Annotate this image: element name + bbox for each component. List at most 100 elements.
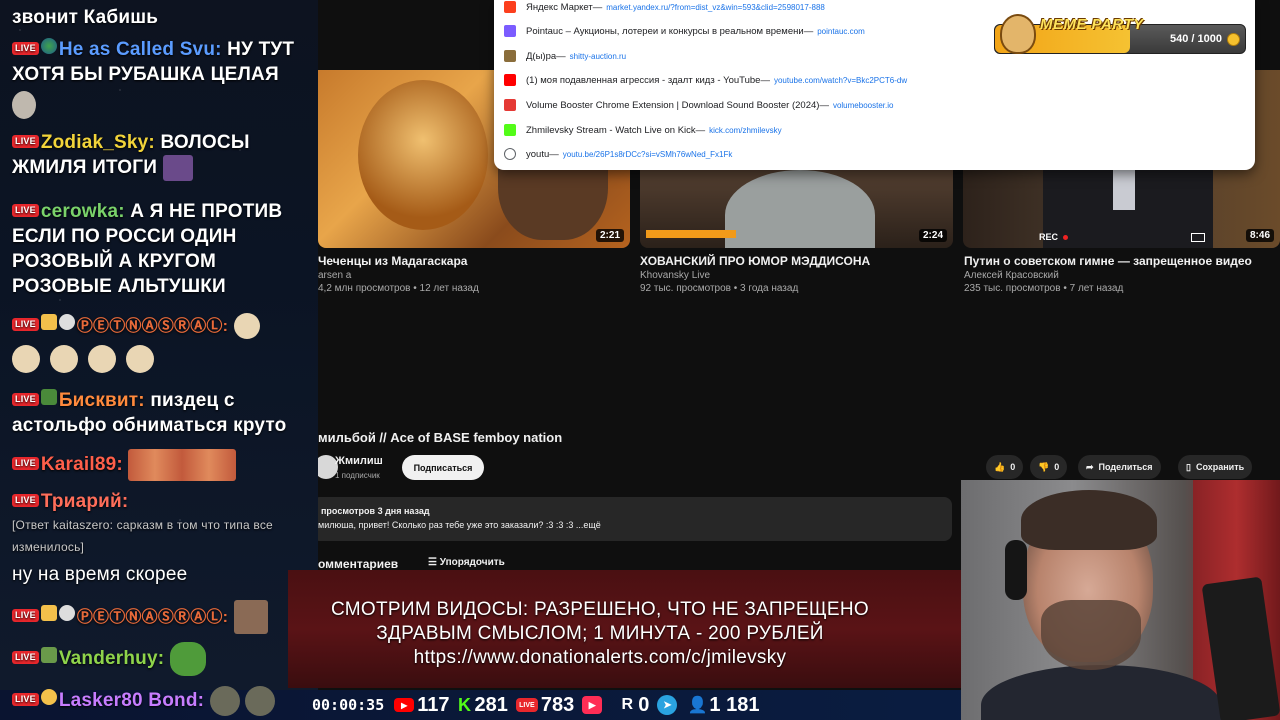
like-button[interactable]: 👍 0 xyxy=(986,455,1024,479)
save-label: Сохранить xyxy=(1195,462,1245,472)
streamer-shirt xyxy=(981,665,1221,720)
chat-nick[interactable]: He as Called Svu: xyxy=(59,39,222,60)
cup-badge-icon xyxy=(40,605,57,622)
youtube-viewers: ▶ 117 xyxy=(394,694,450,717)
pointauc-icon xyxy=(504,25,516,37)
youtube-icon xyxy=(504,74,516,86)
total-viewers: 👤 1 181 xyxy=(687,693,760,716)
video-title: мильбой // Ace of BASE femboy nation xyxy=(318,430,563,445)
sort-comments-button[interactable]: ☰ Упорядочить xyxy=(428,557,505,568)
video-meta-3: 235 тыс. просмотров • 7 лет назад xyxy=(964,283,1124,294)
live-badge-icon: LIVE xyxy=(12,651,39,665)
streamer-hair xyxy=(1021,490,1157,550)
suggestion-item[interactable]: Zhmilevsky Stream - Watch Live on Kick —… xyxy=(504,120,1244,140)
reply-text: [Ответ kaitaszero: сарказм в том что тип… xyxy=(12,518,273,554)
video-meta-1: 4,2 млн просмотров • 12 лет назад xyxy=(318,283,479,294)
balloon-badge-icon xyxy=(40,689,57,706)
subscribe-button[interactable]: Подписаться xyxy=(402,455,484,480)
chat-nick[interactable]: Zodiak_Sky: xyxy=(41,132,155,153)
video-channel-1[interactable]: arsen a xyxy=(318,270,351,281)
emote-image xyxy=(128,449,237,481)
banner-line-2: ЗДРАВЫМ СМЫСЛОМ; 1 МИНУТА - 200 РУБЛЕЙ xyxy=(376,623,824,644)
chat-message: LIVE Триарий: [Ответ kaitaszero: сарказм … xyxy=(12,489,312,558)
banner-line-1: СМОТРИМ ВИДОСЫ: РАЗРЕШЕНО, ЧТО НЕ ЗАПРЕЩ… xyxy=(330,599,870,620)
live-icon: LIVE xyxy=(515,698,538,712)
chat-message: LIVE Бисквит: пиздец с астольфо обниматьс… xyxy=(12,389,287,436)
sort-label: Упорядочить xyxy=(439,557,505,568)
video-title-1[interactable]: Чеченцы из Мадагаскара xyxy=(318,254,467,268)
save-button[interactable]: ▯ Сохранить xyxy=(1178,455,1253,479)
duration-badge: 8:46 xyxy=(1245,229,1274,242)
bookmark-icon: ▯ xyxy=(1186,461,1191,472)
kick-viewers: K 281 xyxy=(458,693,508,716)
live-badge-icon: LIVE xyxy=(12,204,39,217)
volume-booster-icon xyxy=(504,99,516,111)
stream-timer: 00:00:35 xyxy=(312,696,385,714)
emote-image xyxy=(162,155,193,181)
suggestion-item[interactable]: (1) моя подавленная агрессия - здалт кид… xyxy=(504,70,1244,90)
cat-emote-icon xyxy=(50,345,78,374)
person-shirt xyxy=(725,170,875,248)
live-badge-icon: LIVE xyxy=(12,693,39,707)
banner-line-3[interactable]: https://www.donationalerts.com/c/jmilevs… xyxy=(300,646,900,670)
chat-nick[interactable]: Vanderhuy: xyxy=(59,648,164,669)
duration-badge: 2:24 xyxy=(918,229,947,242)
video-channel-2[interactable]: Khovansky Live xyxy=(640,270,710,281)
user-badge-icon xyxy=(58,314,75,331)
meme-party-count: 540 / 1000 xyxy=(1170,33,1222,45)
video-title-3[interactable]: Путин о советском гимне — запрещенное ви… xyxy=(964,254,1252,268)
chat-message: LIVE ⓅⒺⓉⓃⒶⓈⓇⒶⓁ: xyxy=(12,313,312,374)
chat-nick[interactable]: Lasker80 Bond: xyxy=(59,690,204,711)
live-badge-icon: LIVE xyxy=(12,135,39,148)
channel-name[interactable]: Жмилиш xyxy=(335,455,383,467)
thumbs-down-icon: 👎 xyxy=(1038,461,1050,472)
kick-icon xyxy=(504,124,516,136)
user-badge-icon xyxy=(58,605,75,622)
rutube-viewers: ▶ R 0 xyxy=(582,694,649,717)
kick-icon: K xyxy=(458,694,472,715)
stream-chat: звонит Кабишь LIVE He as Called Svu: НУ Т… xyxy=(0,0,318,690)
duration-badge: 2:21 xyxy=(595,229,624,242)
chat-message: LIVE cerowka: А Я НЕ ПРОТИВ ЕСЛИ ПО РОССИ… xyxy=(12,201,283,297)
chat-message: LIVE Vanderhuy: xyxy=(12,642,312,676)
suggestion-item[interactable]: Volume Booster Chrome Extension | Downlo… xyxy=(504,95,1244,115)
chat-message: LIVE ⓅⒺⓉⓃⒶⓈⓇⒶⓁ: xyxy=(12,600,312,634)
stream-frame: 2:21 2:24 REC 8:46 Чеченцы из Мадагаскар… xyxy=(0,0,1280,720)
chat-nick[interactable]: Karail89: xyxy=(41,454,123,475)
rec-label: REC xyxy=(1039,232,1059,242)
video-meta-2: 92 тыс. просмотров • 3 года назад xyxy=(640,283,799,294)
chat-message: ну на время скорее xyxy=(12,564,188,585)
globe-icon xyxy=(504,148,516,160)
cat-emote-icon xyxy=(126,345,154,374)
chat-nick[interactable]: Бисквит: xyxy=(59,390,145,411)
orange-bar xyxy=(646,230,736,238)
description-meta: просмотров 3 дня назад xyxy=(321,506,430,516)
video-channel-3[interactable]: Алексей Красовский xyxy=(964,270,1059,281)
gamepad-badge-icon xyxy=(40,389,57,405)
like-count: 0 xyxy=(1010,462,1016,472)
hat-badge-icon xyxy=(40,647,57,664)
description-box[interactable] xyxy=(312,497,952,541)
vk-viewers: LIVE 783 xyxy=(515,694,574,717)
share-button[interactable]: ➦ Поделиться xyxy=(1078,455,1161,479)
chat-nick[interactable]: cerowka: xyxy=(41,201,125,222)
emote-image xyxy=(209,686,240,716)
emote-row xyxy=(12,345,312,374)
emote-image xyxy=(12,91,36,119)
chat-message: LIVE Lasker80 Bond: xyxy=(12,686,312,716)
play-icon: ▶ xyxy=(582,696,603,714)
cat-emote-icon xyxy=(233,313,260,339)
lion-illustration xyxy=(358,80,488,230)
chat-nick[interactable]: ⓅⒺⓉⓃⒶⓈⓇⒶⓁ: xyxy=(77,318,228,335)
chat-nick[interactable]: ⓅⒺⓉⓃⒶⓈⓇⒶⓁ: xyxy=(77,609,228,626)
chat-nick[interactable]: Триарий: xyxy=(41,491,129,512)
cat-emote-icon xyxy=(12,345,40,374)
live-badge-icon: LIVE xyxy=(12,457,39,471)
chat-message: LIVE Karail89: xyxy=(12,449,312,481)
dislike-button[interactable]: 👎 0 xyxy=(1030,455,1068,479)
video-title-2[interactable]: ХОВАНСКИЙ ПРО ЮМОР МЭДДИСОНА xyxy=(640,254,870,268)
dislike-count: 0 xyxy=(1054,462,1060,472)
suggestion-item[interactable]: youtu — youtu.be/26P1s8rDCc?si=vSMh76wNed… xyxy=(504,144,1244,164)
battery-icon xyxy=(1191,233,1205,242)
cat-emote-icon xyxy=(88,345,116,374)
